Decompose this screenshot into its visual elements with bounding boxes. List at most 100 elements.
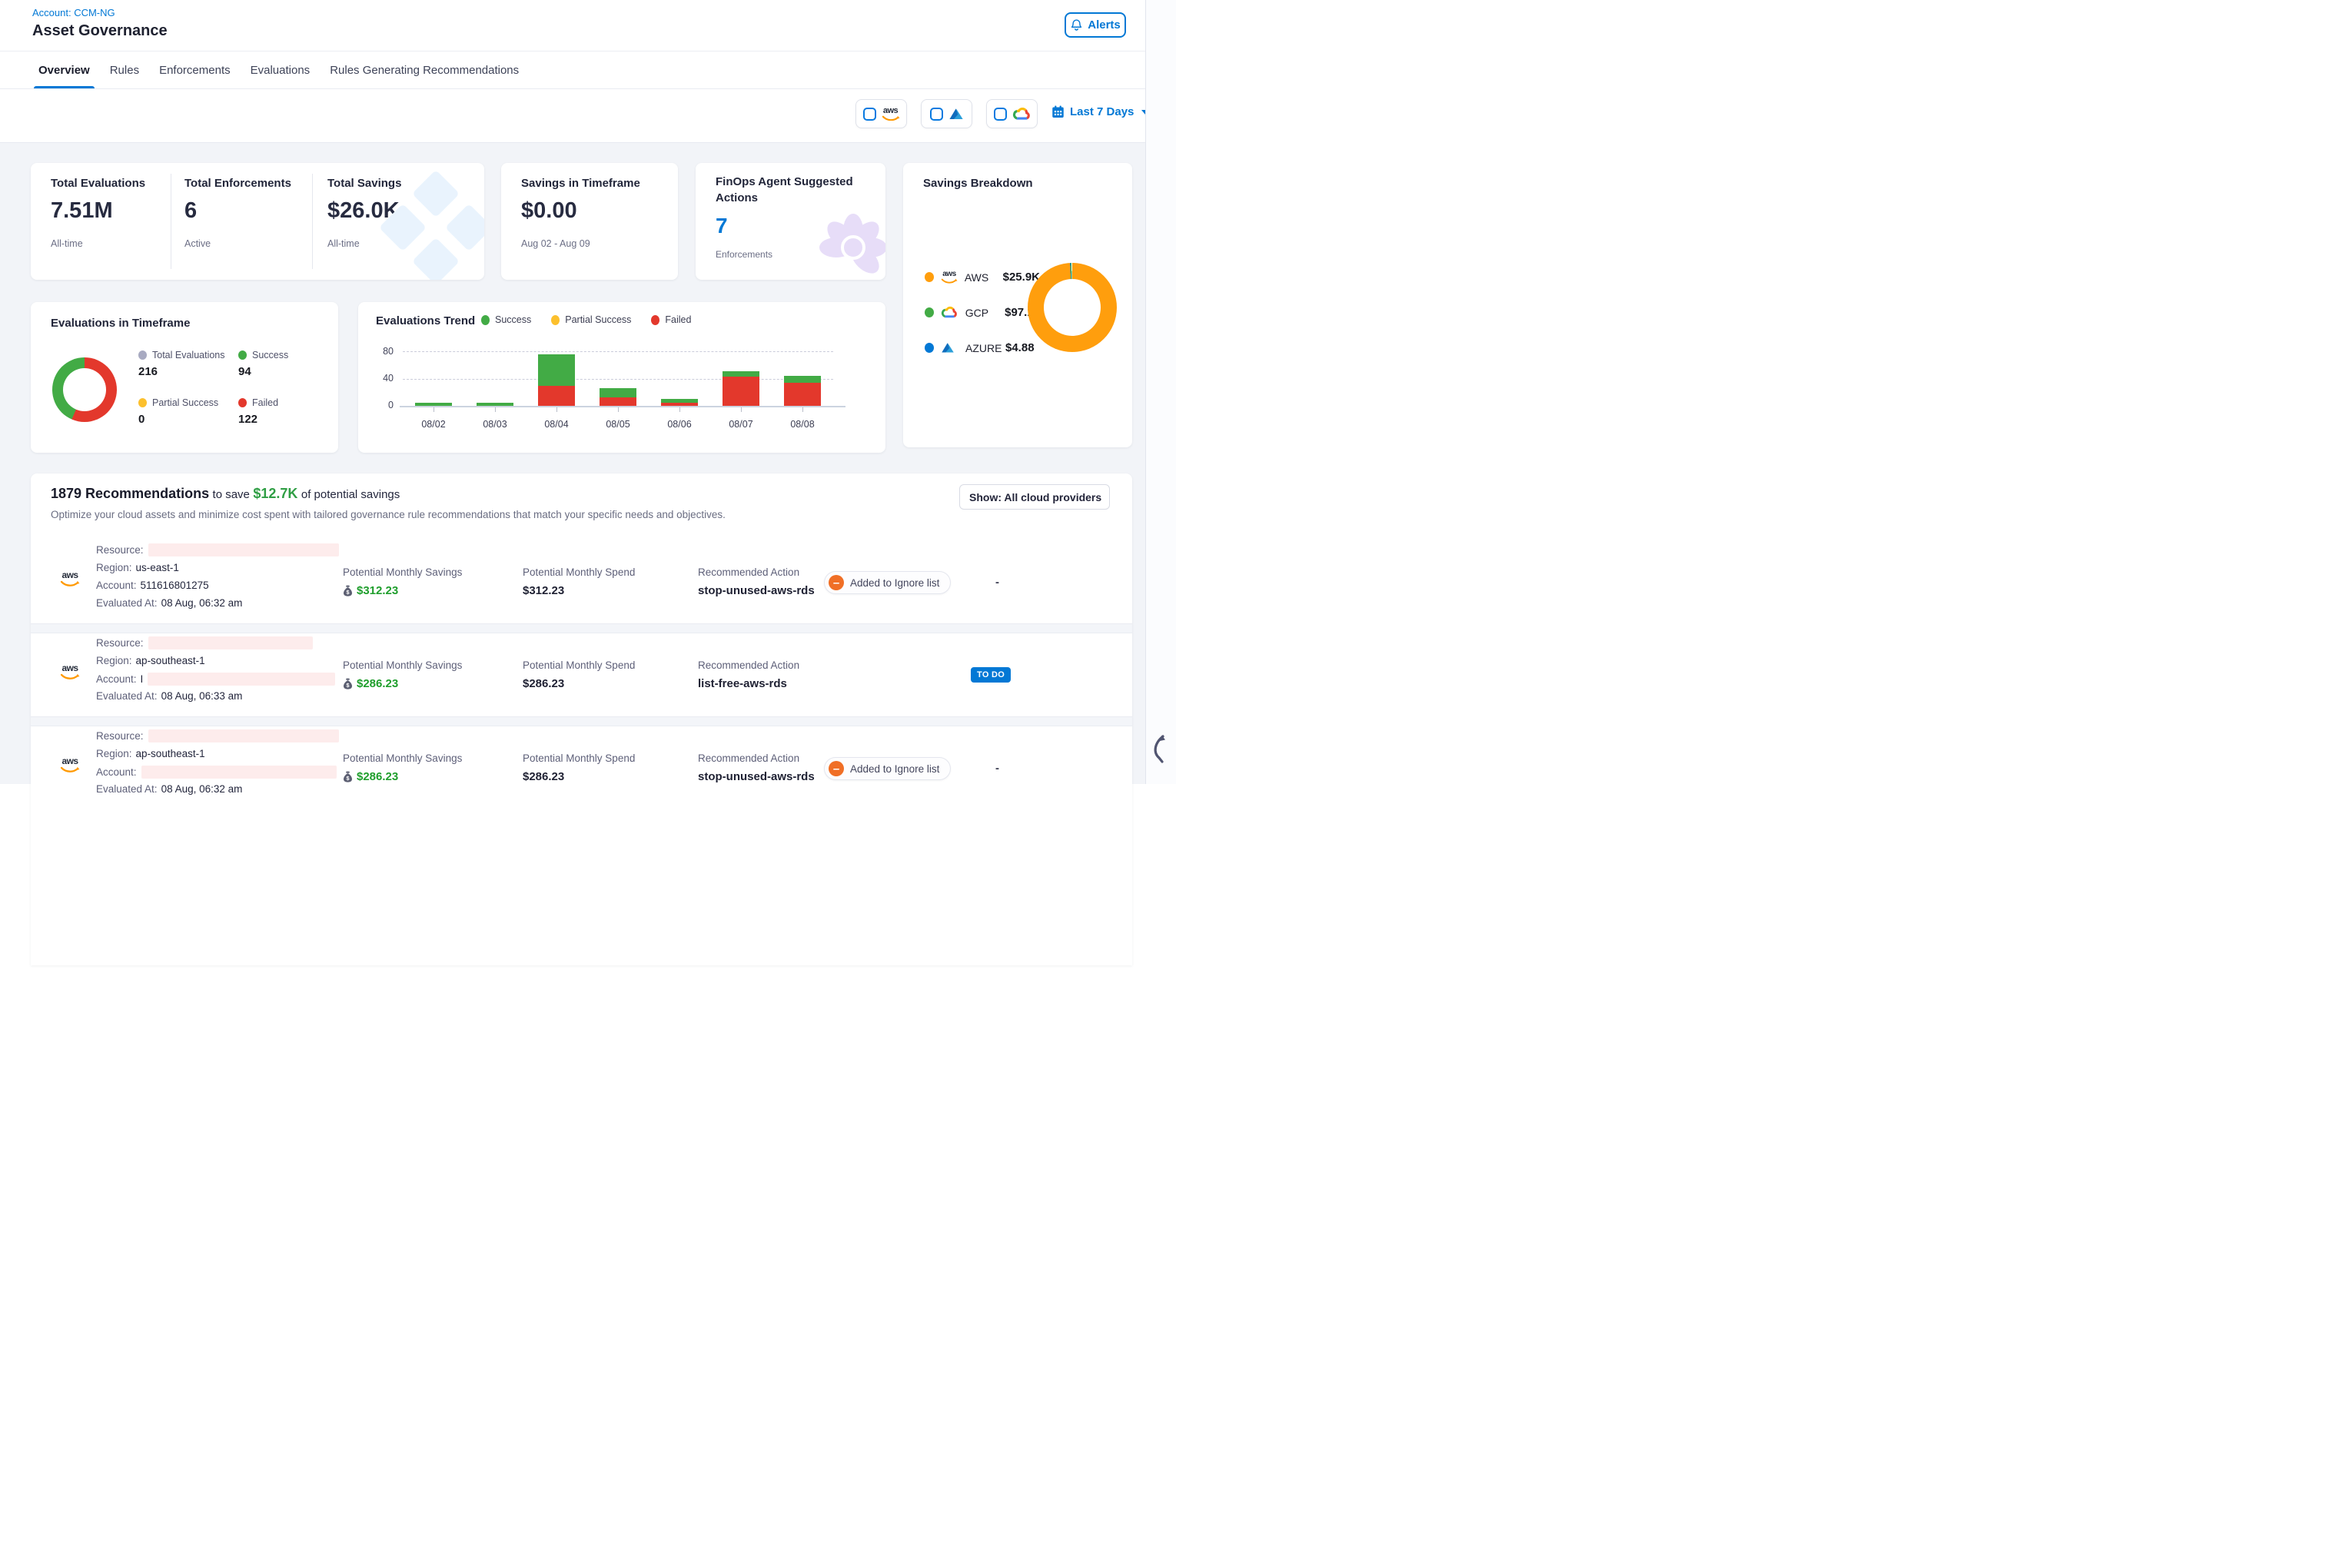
value-text: $286.23 <box>357 770 398 783</box>
detail-value: ap-southeast-1 <box>136 748 205 759</box>
row-separator <box>31 716 1132 726</box>
redacted-value <box>148 543 339 556</box>
legend-dot <box>925 307 934 317</box>
legend-value: 94 <box>238 365 288 378</box>
summary-stats-card: Total Evaluations7.51MAll-timeTotal Enfo… <box>31 163 484 280</box>
savings-in-timeframe-value: $0.00 <box>521 198 577 224</box>
legend-label: Total Evaluations <box>138 350 225 360</box>
ignored-status-pill[interactable]: –Added to Ignore list <box>824 757 951 780</box>
provider-filter-azure[interactable] <box>921 99 972 128</box>
recommendation-row[interactable]: awsResource:Region:us-east-1Account:5116… <box>31 540 1132 623</box>
value-text: stop-unused-aws-rds <box>698 584 815 597</box>
savings-breakdown-donut <box>1028 263 1117 352</box>
y-axis-tick-0: 0 <box>370 400 394 410</box>
alerts-button[interactable]: Alerts <box>1065 12 1126 38</box>
bar-segment-success <box>415 403 452 406</box>
axis-tick <box>679 407 680 412</box>
bar-slot-08-07 <box>710 351 772 406</box>
page-header: Account: CCM-NG Asset Governance Alerts <box>0 0 1145 51</box>
detail-line-account: Account: 511616801275 <box>96 580 209 591</box>
tab-enforcements[interactable]: Enforcements <box>159 51 231 88</box>
value-text: $286.23 <box>357 677 398 690</box>
aws-logo-icon: aws <box>60 664 80 680</box>
card-title: Evaluations in Timeframe <box>51 317 190 330</box>
tab-rules-generating-recommendations[interactable]: Rules Generating Recommendations <box>330 51 519 88</box>
ai-assistant-icon[interactable] <box>1151 734 1168 776</box>
minus-circle-icon: – <box>829 761 844 776</box>
x-axis-label-08-07: 08/07 <box>710 412 772 430</box>
provider-name: AZURE <box>965 342 1005 354</box>
azure-logo-icon <box>941 342 955 354</box>
evaluations-donut <box>52 357 117 422</box>
column-label: Potential Monthly Savings <box>343 659 462 671</box>
detail-line-evaluated-at: Evaluated At:08 Aug, 06:33 am <box>96 690 242 702</box>
legend-label: Failed <box>238 397 278 408</box>
detail-value: 511616801275 <box>141 580 209 591</box>
bar-segment-failed <box>784 383 821 406</box>
redacted-value <box>141 766 337 779</box>
detail-label: Account: <box>96 580 137 591</box>
legend-text: Success <box>252 350 288 360</box>
legend-label: Partial Success <box>138 397 218 408</box>
column-recommended-action: Recommended Actionstop-unused-aws-rds <box>698 566 815 597</box>
column-label: Recommended Action <box>698 752 815 764</box>
row-separator <box>31 623 1132 633</box>
recommendation-row[interactable]: awsResource:Region:ap-southeast-1Account… <box>31 726 1132 809</box>
ignored-status-pill[interactable]: –Added to Ignore list <box>824 571 951 594</box>
alerts-button-label: Alerts <box>1088 18 1121 32</box>
todo-status-badge[interactable]: TO DO <box>971 667 1011 683</box>
azure-checkbox[interactable] <box>930 108 943 121</box>
breakdown-legend-gcp: GCP$97.19 <box>925 306 1040 319</box>
redacted-value <box>148 636 313 649</box>
gcp-logo-icon <box>941 306 958 319</box>
y-axis-tick-80: 80 <box>370 346 394 357</box>
x-axis-label-08-04: 08/04 <box>526 412 587 430</box>
gcp-checkbox[interactable] <box>994 108 1007 121</box>
column-value: $$312.23 <box>343 584 462 597</box>
bell-icon <box>1070 18 1083 32</box>
column-potential-monthly-savings: Potential Monthly Savings$$286.23 <box>343 752 462 783</box>
provider-savings-value: $4.88 <box>1005 341 1035 354</box>
detail-value: 08 Aug, 06:32 am <box>161 597 243 609</box>
aws-logo-icon: aws <box>941 271 958 284</box>
value-text: $312.23 <box>523 584 564 597</box>
stacked-bar-08-07 <box>723 371 759 406</box>
provider-filter-gcp[interactable] <box>986 99 1038 128</box>
axis-tick <box>618 407 619 412</box>
cloud-provider-filter-dropdown[interactable]: Show: All cloud providers <box>959 484 1110 510</box>
detail-line-resource: Resource: <box>96 729 339 742</box>
stacked-bar-08-03 <box>477 403 513 406</box>
bar-slot-08-03 <box>464 351 526 406</box>
x-axis-label-08-02: 08/02 <box>403 412 464 430</box>
value-text: $286.23 <box>523 770 564 783</box>
bar-segment-success <box>784 376 821 383</box>
recommendation-row[interactable]: awsResource:Region:ap-southeast-1Account… <box>31 633 1132 716</box>
provider-filter-aws[interactable]: aws <box>855 99 907 128</box>
date-range-selector[interactable]: Last 7 Days <box>1051 105 1149 118</box>
column-potential-monthly-savings: Potential Monthly Savings$$286.23 <box>343 659 462 690</box>
savings-in-timeframe-card: Savings in Timeframe $0.00 Aug 02 - Aug … <box>501 163 678 280</box>
recommendations-card: 1879 Recommendations to save $12.7K of p… <box>31 473 1132 965</box>
overview-content: Total Evaluations7.51MAll-timeTotal Enfo… <box>0 143 1145 784</box>
axis-tick <box>495 407 496 412</box>
aws-checkbox[interactable] <box>863 108 876 121</box>
ignored-status-label: Added to Ignore list <box>850 763 939 775</box>
finops-caption: Enforcements <box>716 249 772 260</box>
legend-dot <box>481 315 490 325</box>
breakdown-legend-aws: awsAWS$25.9K <box>925 271 1040 284</box>
stacked-bar-08-08 <box>784 376 821 406</box>
account-breadcrumb-link[interactable]: Account: CCM-NG <box>32 7 115 18</box>
empty-cell-dash: - <box>995 576 999 589</box>
detail-line-account: Account:I <box>96 673 335 686</box>
column-value: $312.23 <box>523 584 635 597</box>
card-title: Evaluations Trend <box>376 314 475 327</box>
bar-segment-success <box>723 371 759 377</box>
column-label: Potential Monthly Savings <box>343 752 462 764</box>
bar-slot-08-02 <box>403 351 464 406</box>
axis-tick <box>741 407 742 412</box>
x-axis-label-08-06: 08/06 <box>649 412 710 430</box>
tab-overview[interactable]: Overview <box>38 51 90 88</box>
detail-label: Evaluated At: <box>96 597 158 609</box>
tab-evaluations[interactable]: Evaluations <box>251 51 311 88</box>
tab-rules[interactable]: Rules <box>110 51 139 88</box>
